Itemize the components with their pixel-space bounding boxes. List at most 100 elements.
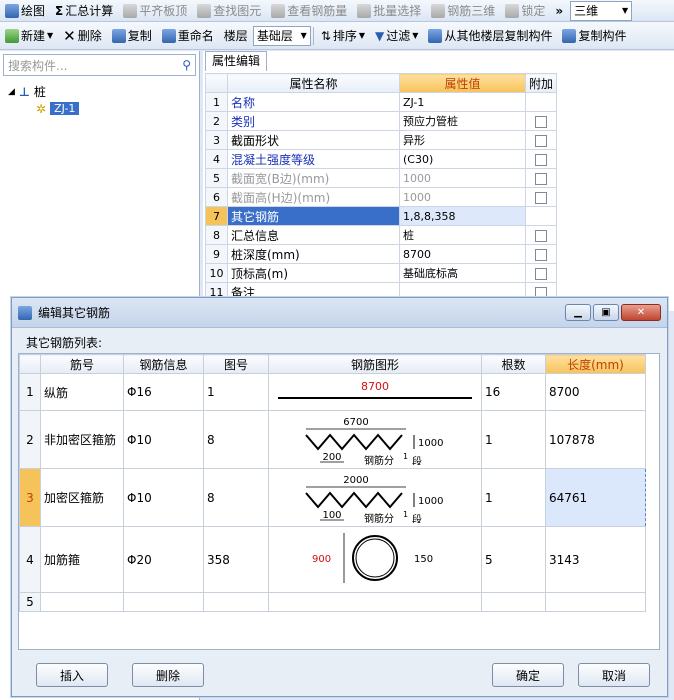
rebar-info-cell[interactable]: [123, 592, 204, 612]
bar-name-cell[interactable]: 加密区箍筋: [40, 468, 124, 527]
table-row: 2 非加密区箍筋 Φ10 8 6700 200 1000 钢筋分 1 段 1 1…: [19, 410, 646, 469]
ok-button[interactable]: 确定: [492, 663, 564, 687]
figure-number-cell[interactable]: 1: [203, 373, 269, 411]
header-property-value: 属性值: [399, 73, 526, 93]
overflow-chevron-icon[interactable]: »: [550, 0, 568, 21]
rename-button[interactable]: 重命名: [157, 22, 219, 49]
delete-button[interactable]: ✕ 删除: [58, 22, 107, 49]
checkbox[interactable]: [535, 191, 547, 204]
count-cell[interactable]: [481, 592, 546, 612]
figure-number-cell[interactable]: [203, 592, 269, 612]
rebar-shape-cell[interactable]: 8700: [268, 373, 482, 411]
dialog-title: 编辑其它钢筋: [38, 306, 111, 320]
filter-button[interactable]: ▼ 过滤 ▼: [370, 22, 423, 49]
view-select[interactable]: 三维 ▼: [570, 0, 633, 21]
count-cell[interactable]: 1: [481, 410, 546, 469]
circular-hoop-shape: 900 150: [312, 533, 433, 583]
batch-select-button[interactable]: 批量选择: [352, 0, 426, 21]
property-value-cell[interactable]: 异形: [399, 130, 526, 150]
svg-text:6700: 6700: [343, 417, 368, 428]
search-icon[interactable]: ⚲: [182, 58, 191, 72]
checkbox[interactable]: [535, 115, 547, 128]
property-value-cell[interactable]: 预应力管桩: [399, 111, 526, 131]
rebar-shape-cell[interactable]: 900 150: [268, 526, 482, 593]
property-value-cell[interactable]: 桩: [399, 225, 526, 245]
align-icon: [123, 3, 138, 18]
dialog-title-bar[interactable]: 编辑其它钢筋 ▁ ▣ ✕: [12, 298, 667, 328]
table-row: 8 汇总信息桩: [205, 225, 558, 245]
bar-name-cell[interactable]: 非加密区箍筋: [40, 410, 124, 469]
checkbox[interactable]: [535, 248, 547, 261]
rebar-info-cell[interactable]: Φ20: [123, 526, 204, 593]
property-value-cell[interactable]: ZJ-1: [399, 92, 526, 112]
rebar-info-cell[interactable]: Φ10: [123, 410, 204, 469]
align-slab-top-button[interactable]: 平齐板顶: [118, 0, 192, 21]
svg-text:150: 150: [414, 554, 433, 565]
rebar-grid: 筋号 钢筋信息 图号 钢筋图形 根数 长度(mm) 1 纵筋 Φ16 1 870…: [18, 353, 660, 650]
table-row: 9 桩深度(mm) 8700: [205, 244, 558, 264]
new-button[interactable]: 新建 ▼: [0, 22, 58, 49]
length-cell[interactable]: 3143: [545, 526, 646, 593]
count-cell[interactable]: 5: [481, 526, 546, 593]
header-length: 长度(mm): [545, 354, 646, 374]
bar-name-cell[interactable]: 纵筋: [40, 373, 124, 411]
table-row: 5: [19, 592, 646, 612]
property-value-cell[interactable]: 基础底标高: [399, 263, 526, 283]
table-row: 1 纵筋 Φ16 1 8700 16 8700: [19, 373, 646, 411]
view-rebar-button[interactable]: 查看钢筋量: [266, 0, 352, 21]
figure-number-cell[interactable]: 358: [203, 526, 269, 593]
rebar-3d-button[interactable]: 钢筋三维: [426, 0, 500, 21]
rebar-info-cell[interactable]: Φ16: [123, 373, 204, 411]
checkbox[interactable]: [535, 153, 547, 166]
length-cell[interactable]: 64761: [545, 468, 646, 527]
rebar-shape-cell[interactable]: 2000 100 1000 钢筋分 1 段: [268, 468, 482, 527]
tab-property-edit[interactable]: 属性编辑: [205, 51, 268, 71]
find-element-button[interactable]: 查找图元: [192, 0, 266, 21]
tree-node-pile[interactable]: ◢ ⊥ 桩: [8, 83, 191, 100]
length-cell[interactable]: 8700: [545, 373, 646, 411]
rebar-info-cell[interactable]: Φ10: [123, 468, 204, 527]
header-index: [205, 73, 228, 93]
header-extra: 附加: [524, 73, 558, 93]
property-value-cell[interactable]: 1,8,8,358: [399, 206, 526, 226]
property-value-cell[interactable]: 8700: [399, 244, 526, 264]
draw-button[interactable]: 绘图: [0, 0, 50, 21]
summary-calc-button[interactable]: Σ 汇总计算: [50, 0, 118, 21]
tree-node-zj1[interactable]: ✲ ZJ-1: [36, 100, 191, 117]
svg-text:200: 200: [322, 452, 341, 463]
length-cell[interactable]: 107878: [545, 410, 646, 469]
svg-text:900: 900: [312, 554, 331, 565]
rebar-shape-cell[interactable]: 6700 200 1000 钢筋分 1 段: [268, 410, 482, 469]
view-rebar-icon: [271, 3, 286, 18]
bar-name-cell[interactable]: 加筋箍: [40, 526, 124, 593]
checkbox[interactable]: [535, 172, 547, 185]
checkbox[interactable]: [535, 229, 547, 242]
length-cell[interactable]: [545, 592, 646, 612]
collapse-icon[interactable]: ◢: [8, 87, 15, 97]
close-button[interactable]: ✕: [621, 304, 661, 321]
property-value-cell[interactable]: 1000: [399, 187, 526, 207]
figure-number-cell[interactable]: 8: [203, 468, 269, 527]
floor-select[interactable]: 基础层 ▼: [252, 25, 311, 46]
cancel-button[interactable]: 取消: [578, 663, 650, 687]
copy-button[interactable]: 复制: [107, 22, 157, 49]
minimize-button[interactable]: ▁: [565, 304, 591, 321]
delete-row-button[interactable]: 删除: [132, 663, 204, 687]
copy-from-floor-button[interactable]: 从其他楼层复制构件: [423, 22, 557, 49]
figure-number-cell[interactable]: 8: [203, 410, 269, 469]
insert-button[interactable]: 插入: [36, 663, 108, 687]
maximize-button[interactable]: ▣: [593, 304, 619, 321]
rebar-shape-cell[interactable]: [268, 592, 482, 612]
checkbox[interactable]: [535, 267, 547, 280]
count-cell[interactable]: 1: [481, 468, 546, 527]
lock-button[interactable]: 锁定: [500, 0, 550, 21]
copy-component-button[interactable]: 复制构件: [557, 22, 631, 49]
property-value-cell[interactable]: 1000: [399, 168, 526, 188]
bar-name-cell[interactable]: [40, 592, 124, 612]
checkbox[interactable]: [535, 134, 547, 147]
search-input[interactable]: 搜索构件... ⚲: [3, 54, 196, 76]
property-value-cell[interactable]: (C30): [399, 149, 526, 169]
sort-button[interactable]: ⇅ 排序 ▼: [316, 22, 370, 49]
count-cell[interactable]: 16: [481, 373, 546, 411]
table-row: 5 截面宽(B边)(mm) 1000: [205, 168, 558, 188]
